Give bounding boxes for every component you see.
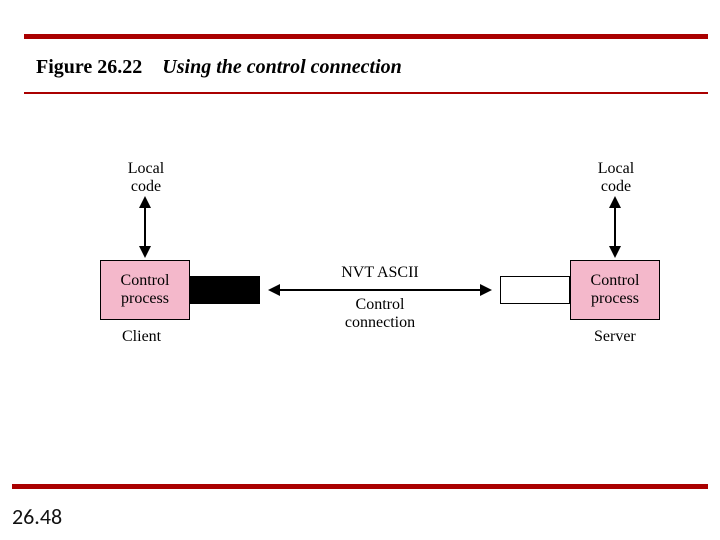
arrow-left-icon xyxy=(268,284,280,296)
mid-rule xyxy=(24,92,708,94)
client-role-label: Client xyxy=(122,328,161,346)
arrow-up-icon xyxy=(609,196,621,208)
figure-title: Figure 26.22 Using the control connectio… xyxy=(36,56,402,79)
client-control-process-box: Control process xyxy=(100,260,190,320)
figure-number: Figure 26.22 xyxy=(36,56,142,78)
arrow-shaft-left xyxy=(144,206,146,248)
server-role-label: Server xyxy=(594,328,636,346)
arrow-up-icon xyxy=(139,196,151,208)
arrow-down-icon xyxy=(609,246,621,258)
server-box-label: Control process xyxy=(591,272,640,307)
arrow-down-icon xyxy=(139,246,151,258)
server-control-process-box: Control process xyxy=(570,260,660,320)
server-port-block xyxy=(500,276,570,304)
connection-line xyxy=(280,289,480,291)
figure-caption: Using the control connection xyxy=(162,56,401,78)
client-port-block xyxy=(190,276,260,304)
slide: Figure 26.22 Using the control connectio… xyxy=(0,0,720,540)
arrow-shaft-right xyxy=(614,206,616,248)
bottom-rule xyxy=(12,484,708,489)
diagram: Local code Local code Control process Co… xyxy=(0,150,720,410)
local-code-label-right: Local code xyxy=(586,160,646,195)
client-box-label: Control process xyxy=(121,272,170,307)
local-code-label-left: Local code xyxy=(116,160,176,195)
top-rule xyxy=(24,34,708,39)
connection-bottom-label: Control connection xyxy=(300,296,460,331)
connection-top-label: NVT ASCII xyxy=(300,264,460,282)
slide-number: 26.48 xyxy=(12,503,62,530)
arrow-right-icon xyxy=(480,284,492,296)
